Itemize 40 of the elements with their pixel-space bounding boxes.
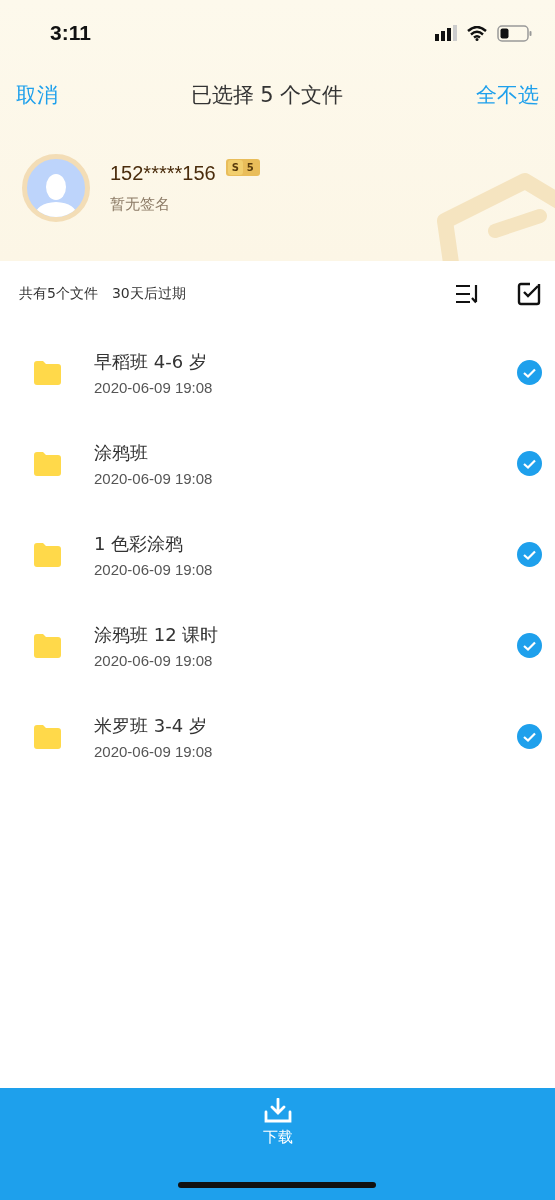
file-date: 2020-06-09 19:08 — [94, 560, 214, 578]
user-name: 152*****156 — [110, 162, 216, 185]
folder-icon — [32, 632, 62, 659]
page-title: 已选择 5 个文件 — [190, 82, 344, 109]
file-date: 2020-06-09 19:08 — [94, 378, 214, 396]
status-time: 3:11 — [50, 21, 91, 45]
check-icon — [523, 731, 536, 742]
checkbox-icon[interactable] — [517, 282, 541, 306]
check-icon — [523, 549, 536, 560]
check-icon — [523, 640, 536, 651]
expiry-text: 30天后过期 — [111, 285, 186, 303]
select-check[interactable] — [517, 451, 542, 476]
select-check[interactable] — [517, 724, 542, 749]
folder-icon — [32, 450, 62, 477]
check-icon — [523, 367, 536, 378]
download-button[interactable]: 下载 — [254, 1088, 301, 1147]
download-icon — [263, 1098, 292, 1124]
select-check[interactable] — [517, 360, 542, 385]
wifi-icon — [467, 25, 487, 41]
select-check[interactable] — [517, 542, 542, 567]
file-name: 米罗班 3-4 岁 — [94, 713, 208, 738]
file-name: 涂鸦班 12 课时 — [94, 622, 220, 647]
signal-icon — [435, 25, 457, 41]
deselect-all-button[interactable]: 全不选 — [476, 81, 539, 109]
select-check[interactable] — [517, 633, 542, 658]
file-name: 涂鸦班 — [94, 440, 149, 465]
check-icon — [523, 458, 536, 469]
folder-icon — [32, 541, 62, 568]
file-date: 2020-06-09 19:08 — [94, 651, 214, 669]
file-date: 2020-06-09 19:08 — [94, 469, 214, 487]
signature: 暂无签名 — [110, 195, 171, 214]
file-name: 早稻班 4-6 岁 — [94, 349, 208, 374]
file-count: 共有5个文件 — [19, 285, 98, 303]
file-name: 1 色彩涂鸦 — [94, 531, 185, 556]
cancel-button[interactable]: 取消 — [16, 81, 58, 109]
level-badge: S 5 — [225, 159, 260, 176]
folder-icon — [32, 359, 62, 386]
folder-icon — [32, 723, 62, 750]
file-date: 2020-06-09 19:08 — [94, 742, 214, 760]
battery-icon — [497, 24, 533, 42]
